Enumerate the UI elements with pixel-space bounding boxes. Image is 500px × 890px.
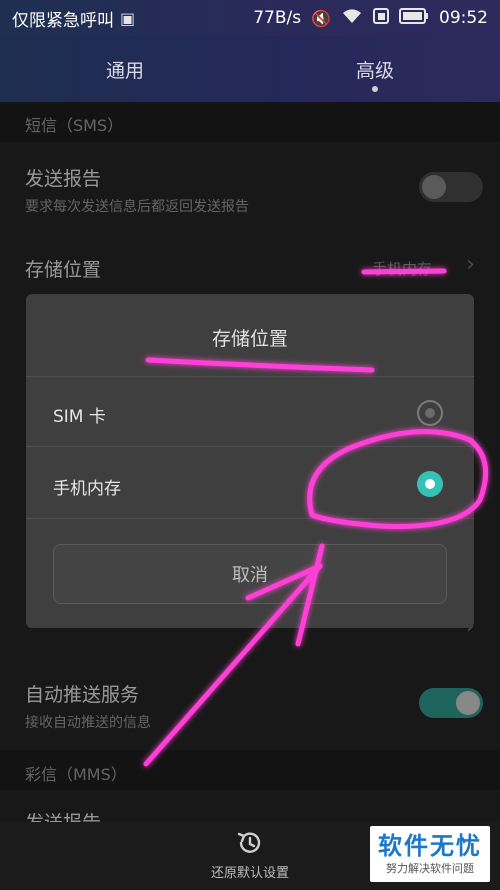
carrier-text: 仅限紧急呼叫 <box>12 10 114 31</box>
option-phone-memory-label: 手机内存 <box>53 479 121 499</box>
image-icon: ▣ <box>120 8 136 28</box>
dialog-title: 存储位置 <box>211 328 288 350</box>
status-bar: 仅限紧急呼叫 ▣ 77B/s 🔇 09:52 <box>0 0 500 36</box>
watermark-main: 软件无忧 <box>378 832 482 860</box>
sim-icon <box>373 8 389 28</box>
cancel-button[interactable]: 取消 <box>53 544 447 604</box>
option-sim-label: SIM 卡 <box>53 407 106 427</box>
watermark-logo: 软件无忧 努力解决软件问题 <box>370 826 490 882</box>
cancel-button-label: 取消 <box>232 565 268 586</box>
dialog-divider <box>26 446 474 447</box>
restore-defaults-label: 还原默认设置 <box>210 866 289 881</box>
tab-bar: 通用 高级 <box>0 36 500 102</box>
tab-advanced[interactable]: 高级 <box>250 36 500 102</box>
dialog-divider <box>26 518 474 519</box>
tab-advanced-label: 高级 <box>355 59 394 82</box>
battery-icon <box>399 8 429 28</box>
dialog-divider <box>26 376 474 377</box>
watermark-sub: 努力解决软件问题 <box>386 862 474 875</box>
clock: 09:52 <box>439 8 488 28</box>
mute-icon: 🔇 <box>311 8 331 28</box>
history-icon <box>237 832 261 853</box>
active-tab-indicator <box>372 86 378 92</box>
wifi-icon <box>341 8 363 28</box>
radio-phone-memory[interactable] <box>417 471 443 497</box>
tab-general-label: 通用 <box>105 59 144 82</box>
network-speed: 77B/s <box>253 8 302 28</box>
storage-location-dialog: 存储位置 SIM 卡 手机内存 取消 <box>26 294 474 628</box>
tab-general[interactable]: 通用 <box>0 36 250 102</box>
restore-defaults-button[interactable]: 还原默认设置 <box>200 828 300 881</box>
radio-sim-card[interactable] <box>417 400 443 426</box>
